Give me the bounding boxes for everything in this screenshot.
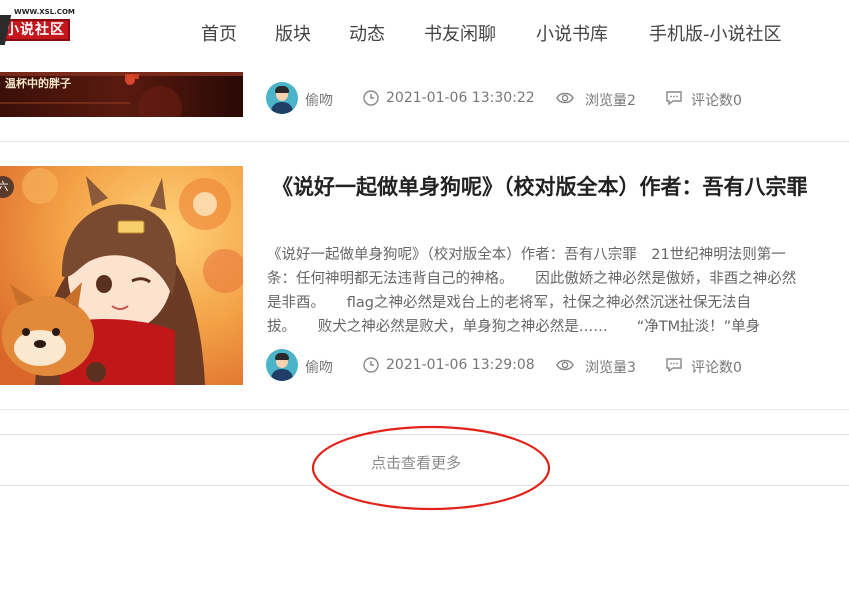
cover-art bbox=[0, 166, 243, 385]
site-header: WWW.XSL.COM 小说社区 首页 版块 动态 书友闲聊 小说书库 手机版-… bbox=[0, 0, 849, 66]
logo-mark: 小说社区 bbox=[0, 19, 70, 41]
nav-item-chat[interactable]: 书友闲聊 bbox=[424, 20, 496, 46]
cover-caption: 温杯中的胖子 bbox=[5, 77, 71, 90]
nav-item-activity[interactable]: 动态 bbox=[349, 20, 385, 46]
comment-count: 评论数0 bbox=[691, 93, 742, 109]
post-cover-image[interactable]: 温杯中的胖子 bbox=[0, 72, 243, 117]
post-date: 2021-01-06 13:29:08 bbox=[386, 357, 535, 373]
excerpt-line: 《说好一起做单身狗呢》（校对版全本）作者：吾有八宗罪 21世纪神明法则第一 bbox=[267, 247, 786, 263]
clock-icon bbox=[363, 90, 379, 106]
post-cover-image[interactable]: 六 bbox=[0, 166, 243, 385]
eye-icon bbox=[556, 92, 574, 104]
comment-icon bbox=[666, 91, 682, 106]
post-title[interactable]: 《说好一起做单身狗呢》（校对版全本）作者：吾有八宗罪 bbox=[272, 171, 808, 201]
author-name[interactable]: 偷吻 bbox=[305, 357, 333, 377]
post-divider bbox=[0, 409, 849, 410]
comment-icon bbox=[666, 358, 682, 373]
clock-icon bbox=[363, 357, 379, 373]
excerpt-line: 是非酉。 flag之神必然是戏台上的老将军，社保之神必然沉迷社保无法自 bbox=[267, 295, 751, 311]
view-count: 浏览量3 bbox=[585, 360, 636, 376]
excerpt-line: 拔。 败犬之神必然是败犬，单身狗之神必然是…… “净TM扯淡！”单身 bbox=[267, 319, 761, 335]
comment-count: 评论数0 bbox=[691, 360, 742, 376]
author-avatar[interactable] bbox=[266, 82, 298, 114]
post-date: 2021-01-06 13:30:22 bbox=[386, 90, 535, 106]
eye-icon bbox=[556, 359, 574, 371]
author-avatar[interactable] bbox=[266, 349, 298, 381]
nav-item-home[interactable]: 首页 bbox=[201, 20, 237, 46]
post-excerpt: 《说好一起做单身狗呢》（校对版全本）作者：吾有八宗罪 21世纪神明法则第一 条：… bbox=[267, 243, 849, 339]
excerpt-line: 条：任何神明都无法违背自己的神格。 因此傲娇之神必然是傲娇，非酉之神必然 bbox=[267, 271, 797, 287]
view-count: 浏览量2 bbox=[585, 93, 636, 109]
site-logo[interactable]: WWW.XSL.COM 小说社区 bbox=[0, 8, 75, 46]
annotation-circle bbox=[311, 425, 551, 511]
author-name[interactable]: 偷吻 bbox=[305, 90, 333, 110]
logo-url-text: WWW.XSL.COM bbox=[14, 8, 75, 16]
nav-item-forums[interactable]: 版块 bbox=[275, 20, 311, 46]
post-divider bbox=[0, 141, 849, 142]
nav-item-library[interactable]: 小说书库 bbox=[536, 20, 608, 46]
nav-item-mobile[interactable]: 手机版-小说社区 bbox=[649, 20, 782, 46]
